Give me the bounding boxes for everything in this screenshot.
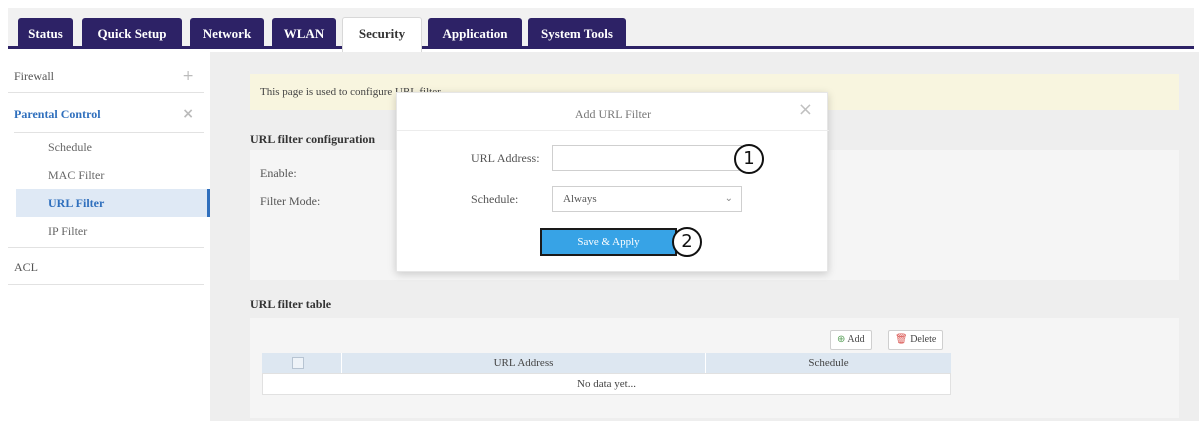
expand-icon[interactable]: +: [182, 60, 194, 92]
save-apply-button[interactable]: Save & Apply: [540, 228, 677, 256]
sidebar-item-firewall[interactable]: Firewall +: [8, 60, 204, 92]
add-button-label: Add: [847, 334, 865, 345]
sidebar-item-label: Firewall: [14, 69, 54, 83]
step-marker-1: 1: [734, 144, 764, 174]
divider: [8, 92, 204, 93]
divider: [8, 284, 204, 285]
sidebar-item-schedule[interactable]: Schedule: [48, 133, 92, 161]
table-header: URL Address Schedule: [262, 353, 951, 373]
chevron-down-icon: ⌄: [724, 193, 733, 204]
tab-quick-setup[interactable]: Quick Setup: [82, 18, 182, 49]
tab-wlan[interactable]: WLAN: [272, 18, 336, 49]
divider: [8, 247, 204, 248]
sidebar-item-parental-control[interactable]: Parental Control ×: [8, 98, 204, 130]
select-all-checkbox[interactable]: [292, 357, 304, 369]
filter-mode-label: Filter Mode:: [260, 194, 321, 208]
table-empty-row: No data yet...: [262, 373, 951, 395]
sidebar-separator: [210, 52, 220, 421]
schedule-select-value: Always: [563, 193, 597, 205]
delete-button-label: Delete: [910, 334, 937, 345]
schedule-label: Schedule:: [471, 192, 519, 206]
tab-network[interactable]: Network: [190, 18, 264, 49]
url-address-label: URL Address:: [471, 151, 540, 165]
tab-system-tools[interactable]: System Tools: [528, 18, 626, 49]
delete-button[interactable]: 🗑 Delete: [888, 330, 944, 350]
column-header-url-address: URL Address: [342, 353, 706, 373]
collapse-icon[interactable]: ×: [182, 98, 194, 130]
config-section-title: URL filter configuration: [250, 132, 376, 146]
sidebar-item-ip-filter[interactable]: IP Filter: [48, 217, 87, 245]
sidebar-item-url-filter[interactable]: URL Filter: [16, 189, 210, 217]
close-icon[interactable]: ×: [798, 99, 813, 120]
tab-status[interactable]: Status: [18, 18, 73, 49]
sidebar-item-mac-filter[interactable]: MAC Filter: [48, 161, 104, 189]
divider: [14, 132, 204, 133]
add-button[interactable]: ⊕ Add: [830, 330, 872, 350]
table-section-title: URL filter table: [250, 297, 332, 311]
add-url-filter-dialog: Add URL Filter × URL Address: Schedule: …: [396, 92, 829, 272]
add-icon: ⊕: [837, 334, 846, 345]
column-header-schedule: Schedule: [808, 357, 849, 369]
sidebar-item-label: Parental Control: [14, 107, 101, 121]
sidebar: Firewall + Parental Control × Schedule M…: [8, 52, 210, 421]
sidebar-item-acl[interactable]: ACL: [8, 251, 204, 283]
step-marker-2: 2: [672, 227, 702, 257]
sidebar-item-label: ACL: [14, 260, 38, 274]
schedule-select[interactable]: Always ⌄: [552, 186, 742, 212]
select-all-cell: [262, 353, 342, 373]
top-nav: Status Quick Setup Network WLAN Security…: [8, 8, 1194, 52]
tab-security[interactable]: Security: [342, 17, 422, 52]
enable-label: Enable:: [260, 166, 297, 180]
tab-application[interactable]: Application: [428, 18, 522, 49]
url-address-input[interactable]: [552, 145, 742, 171]
dialog-title: Add URL Filter: [574, 107, 652, 121]
dialog-divider: [397, 130, 829, 131]
trash-icon: 🗑: [895, 334, 908, 345]
